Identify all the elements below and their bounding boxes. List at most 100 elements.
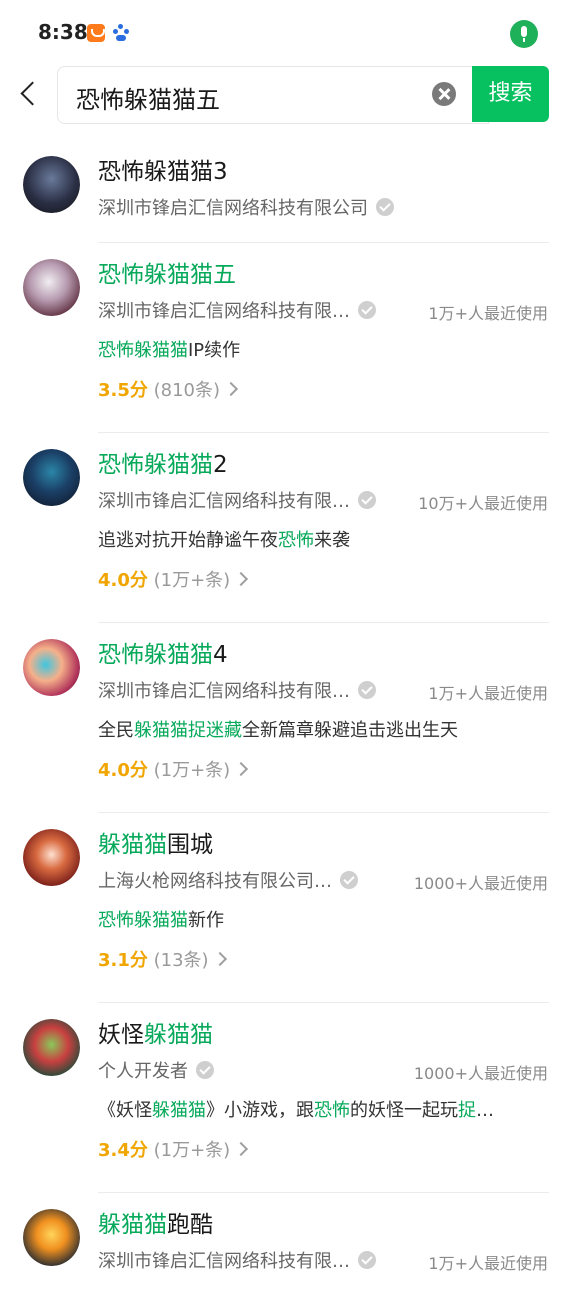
desc-segment: 全新篇章躲避追击逃出生天 (242, 720, 458, 741)
developer-label: 深圳市锋启汇信网络科技有限… (98, 681, 350, 702)
developer-name: 上海火枪网络科技有限公司… (98, 867, 358, 893)
developer-name: 深圳市锋启汇信网络科技有限… (98, 677, 376, 703)
title-segment: 躲猫猫 (144, 1022, 213, 1048)
result-item[interactable]: 恐怖躲猫猫2 深圳市锋启汇信网络科技有限… 10万+人最近使用 追逃对抗开始静谧午夜恐… (0, 433, 572, 623)
desc-segment: … (476, 1100, 494, 1121)
review-count: (1万+条) (153, 1140, 231, 1161)
game-avatar (23, 449, 80, 506)
desc-segment: 的妖怪一起玩 (350, 1100, 458, 1121)
usage-count: 1万+人最近使用 (428, 304, 548, 323)
rating-link[interactable]: 3.4分 (1万+条) (98, 1136, 249, 1162)
verified-icon (196, 1061, 214, 1079)
verified-icon (340, 871, 358, 889)
game-avatar (23, 829, 80, 886)
search-input[interactable]: 恐怖躲猫猫五 (57, 66, 489, 124)
app-notification-icon (87, 24, 105, 42)
title-segment: 躲猫猫 (98, 1212, 167, 1238)
desc-segment: 追逃对抗开始静谧午夜 (98, 530, 278, 551)
result-title: 恐怖躲猫猫3 (98, 152, 228, 186)
desc-segment: 《妖怪 (98, 1100, 152, 1121)
desc-segment: 来袭 (314, 530, 350, 551)
title-segment: 围城 (167, 832, 213, 858)
result-item[interactable]: 恐怖躲猫猫五深圳市锋启汇信网络科技有限… 1万+人最近使用恐怖躲猫猫IP续作 3.5… (0, 243, 572, 433)
desc-segment: 恐怖 (278, 530, 314, 551)
chevron-right-icon (234, 1141, 249, 1157)
desc-segment: IP续作 (188, 340, 241, 361)
voice-mic-icon[interactable] (510, 20, 538, 48)
rating-link[interactable]: 3.5分 (810条) (98, 376, 239, 402)
results-list: 恐怖躲猫猫3 深圳市锋启汇信网络科技有限公司 恐怖躲猫猫五 深圳市锋启汇信网络科技有限… (0, 140, 572, 1293)
game-avatar (23, 1209, 80, 1266)
result-title: 恐怖躲猫猫4 (98, 635, 228, 669)
title-segment: 跑酷 (167, 1212, 213, 1238)
title-segment: 恐怖躲猫猫3 (98, 159, 228, 185)
rating-link[interactable]: 4.0分 (1万+条) (98, 756, 249, 782)
developer-name: 深圳市锋启汇信网络科技有限… (98, 1247, 376, 1273)
usage-count: 1万+人最近使用 (428, 1254, 548, 1273)
desc-segment: 新作 (188, 910, 224, 931)
search-button[interactable]: 搜索 (472, 66, 549, 122)
usage-count: 1000+人最近使用 (413, 874, 548, 893)
rating-score: 3.1分 (98, 950, 148, 971)
developer-name: 深圳市锋启汇信网络科技有限… (98, 487, 376, 513)
title-segment: 恐怖躲猫猫 (98, 642, 213, 668)
status-time: 8:38 (38, 20, 88, 44)
result-description: 恐怖躲猫猫IP续作 (98, 336, 240, 362)
result-item[interactable]: 恐怖躲猫猫3 深圳市锋启汇信网络科技有限公司 (0, 140, 572, 243)
chevron-right-icon (212, 951, 227, 967)
chevron-right-icon (234, 571, 249, 587)
desc-segment: 》小游戏，跟 (206, 1100, 314, 1121)
usage-count: 1万+人最近使用 (428, 684, 548, 703)
usage-count: 10万+人最近使用 (418, 494, 548, 513)
title-segment: 恐怖躲猫猫 (98, 452, 213, 478)
clear-icon[interactable] (432, 82, 456, 106)
developer-label: 深圳市锋启汇信网络科技有限… (98, 301, 350, 322)
desc-segment: 恐怖 (314, 1100, 350, 1121)
result-title: 恐怖躲猫猫五 (98, 255, 236, 289)
rating-score: 4.0分 (98, 760, 148, 781)
developer-name: 个人开发者 (98, 1057, 214, 1083)
result-title: 躲猫猫跑酷 (98, 1205, 213, 1239)
result-item[interactable]: 恐怖躲猫猫4 深圳市锋启汇信网络科技有限… 1万+人最近使用全民躲猫猫捉迷藏全新篇章… (0, 623, 572, 813)
search-query: 恐怖躲猫猫五 (76, 86, 220, 114)
search-bar: 恐怖躲猫猫五 搜索 (0, 66, 572, 124)
result-item[interactable]: 妖怪躲猫猫 个人开发者 1000+人最近使用 《妖怪躲猫猫》小游戏，跟恐怖的妖怪一起玩… (0, 1003, 572, 1193)
game-avatar (23, 156, 80, 213)
developer-name: 深圳市锋启汇信网络科技有限… (98, 297, 376, 323)
desc-segment: 躲猫猫捉迷藏 (134, 720, 242, 741)
game-avatar (23, 259, 80, 316)
rating-score: 4.0分 (98, 570, 148, 591)
back-arrow-icon[interactable] (16, 78, 44, 110)
title-segment: 躲猫猫 (98, 832, 167, 858)
usage-count: 1000+人最近使用 (413, 1064, 548, 1083)
result-title: 躲猫猫围城 (98, 825, 213, 859)
verified-icon (358, 301, 376, 319)
verified-icon (358, 1251, 376, 1269)
chevron-right-icon (223, 381, 239, 397)
rating-link[interactable]: 4.0分 (1万+条) (98, 566, 249, 592)
game-avatar (23, 1019, 80, 1076)
review-count: (1万+条) (153, 570, 231, 591)
result-title: 妖怪躲猫猫 (98, 1015, 213, 1049)
desc-segment: 恐怖躲猫猫 (98, 340, 188, 361)
game-avatar (23, 639, 80, 696)
title-segment: 恐怖躲猫猫五 (98, 262, 236, 288)
review-count: (810条) (153, 380, 221, 401)
status-bar: 8:38 (0, 0, 572, 66)
result-item[interactable]: 躲猫猫跑酷深圳市锋启汇信网络科技有限… 1万+人最近使用 (0, 1193, 572, 1293)
verified-icon (358, 491, 376, 509)
desc-segment: 恐怖躲猫猫 (98, 910, 188, 931)
desc-segment: 躲猫猫 (152, 1100, 206, 1121)
baidu-icon (113, 24, 129, 41)
developer-label: 深圳市锋启汇信网络科技有限… (98, 1251, 350, 1272)
rating-score: 3.5分 (98, 380, 148, 401)
chevron-right-icon (234, 761, 249, 777)
rating-score: 3.4分 (98, 1140, 148, 1161)
result-description: 全民躲猫猫捉迷藏全新篇章躲避追击逃出生天 (98, 716, 458, 742)
developer-label: 深圳市锋启汇信网络科技有限公司 (98, 198, 368, 219)
developer-label: 个人开发者 (98, 1061, 188, 1082)
rating-link[interactable]: 3.1分 (13条) (98, 946, 227, 972)
result-item[interactable]: 躲猫猫围城上海火枪网络科技有限公司… 1000+人最近使用恐怖躲猫猫新作 3.1分 … (0, 813, 572, 1003)
result-description: 恐怖躲猫猫新作 (98, 906, 224, 932)
result-title: 恐怖躲猫猫2 (98, 445, 228, 479)
